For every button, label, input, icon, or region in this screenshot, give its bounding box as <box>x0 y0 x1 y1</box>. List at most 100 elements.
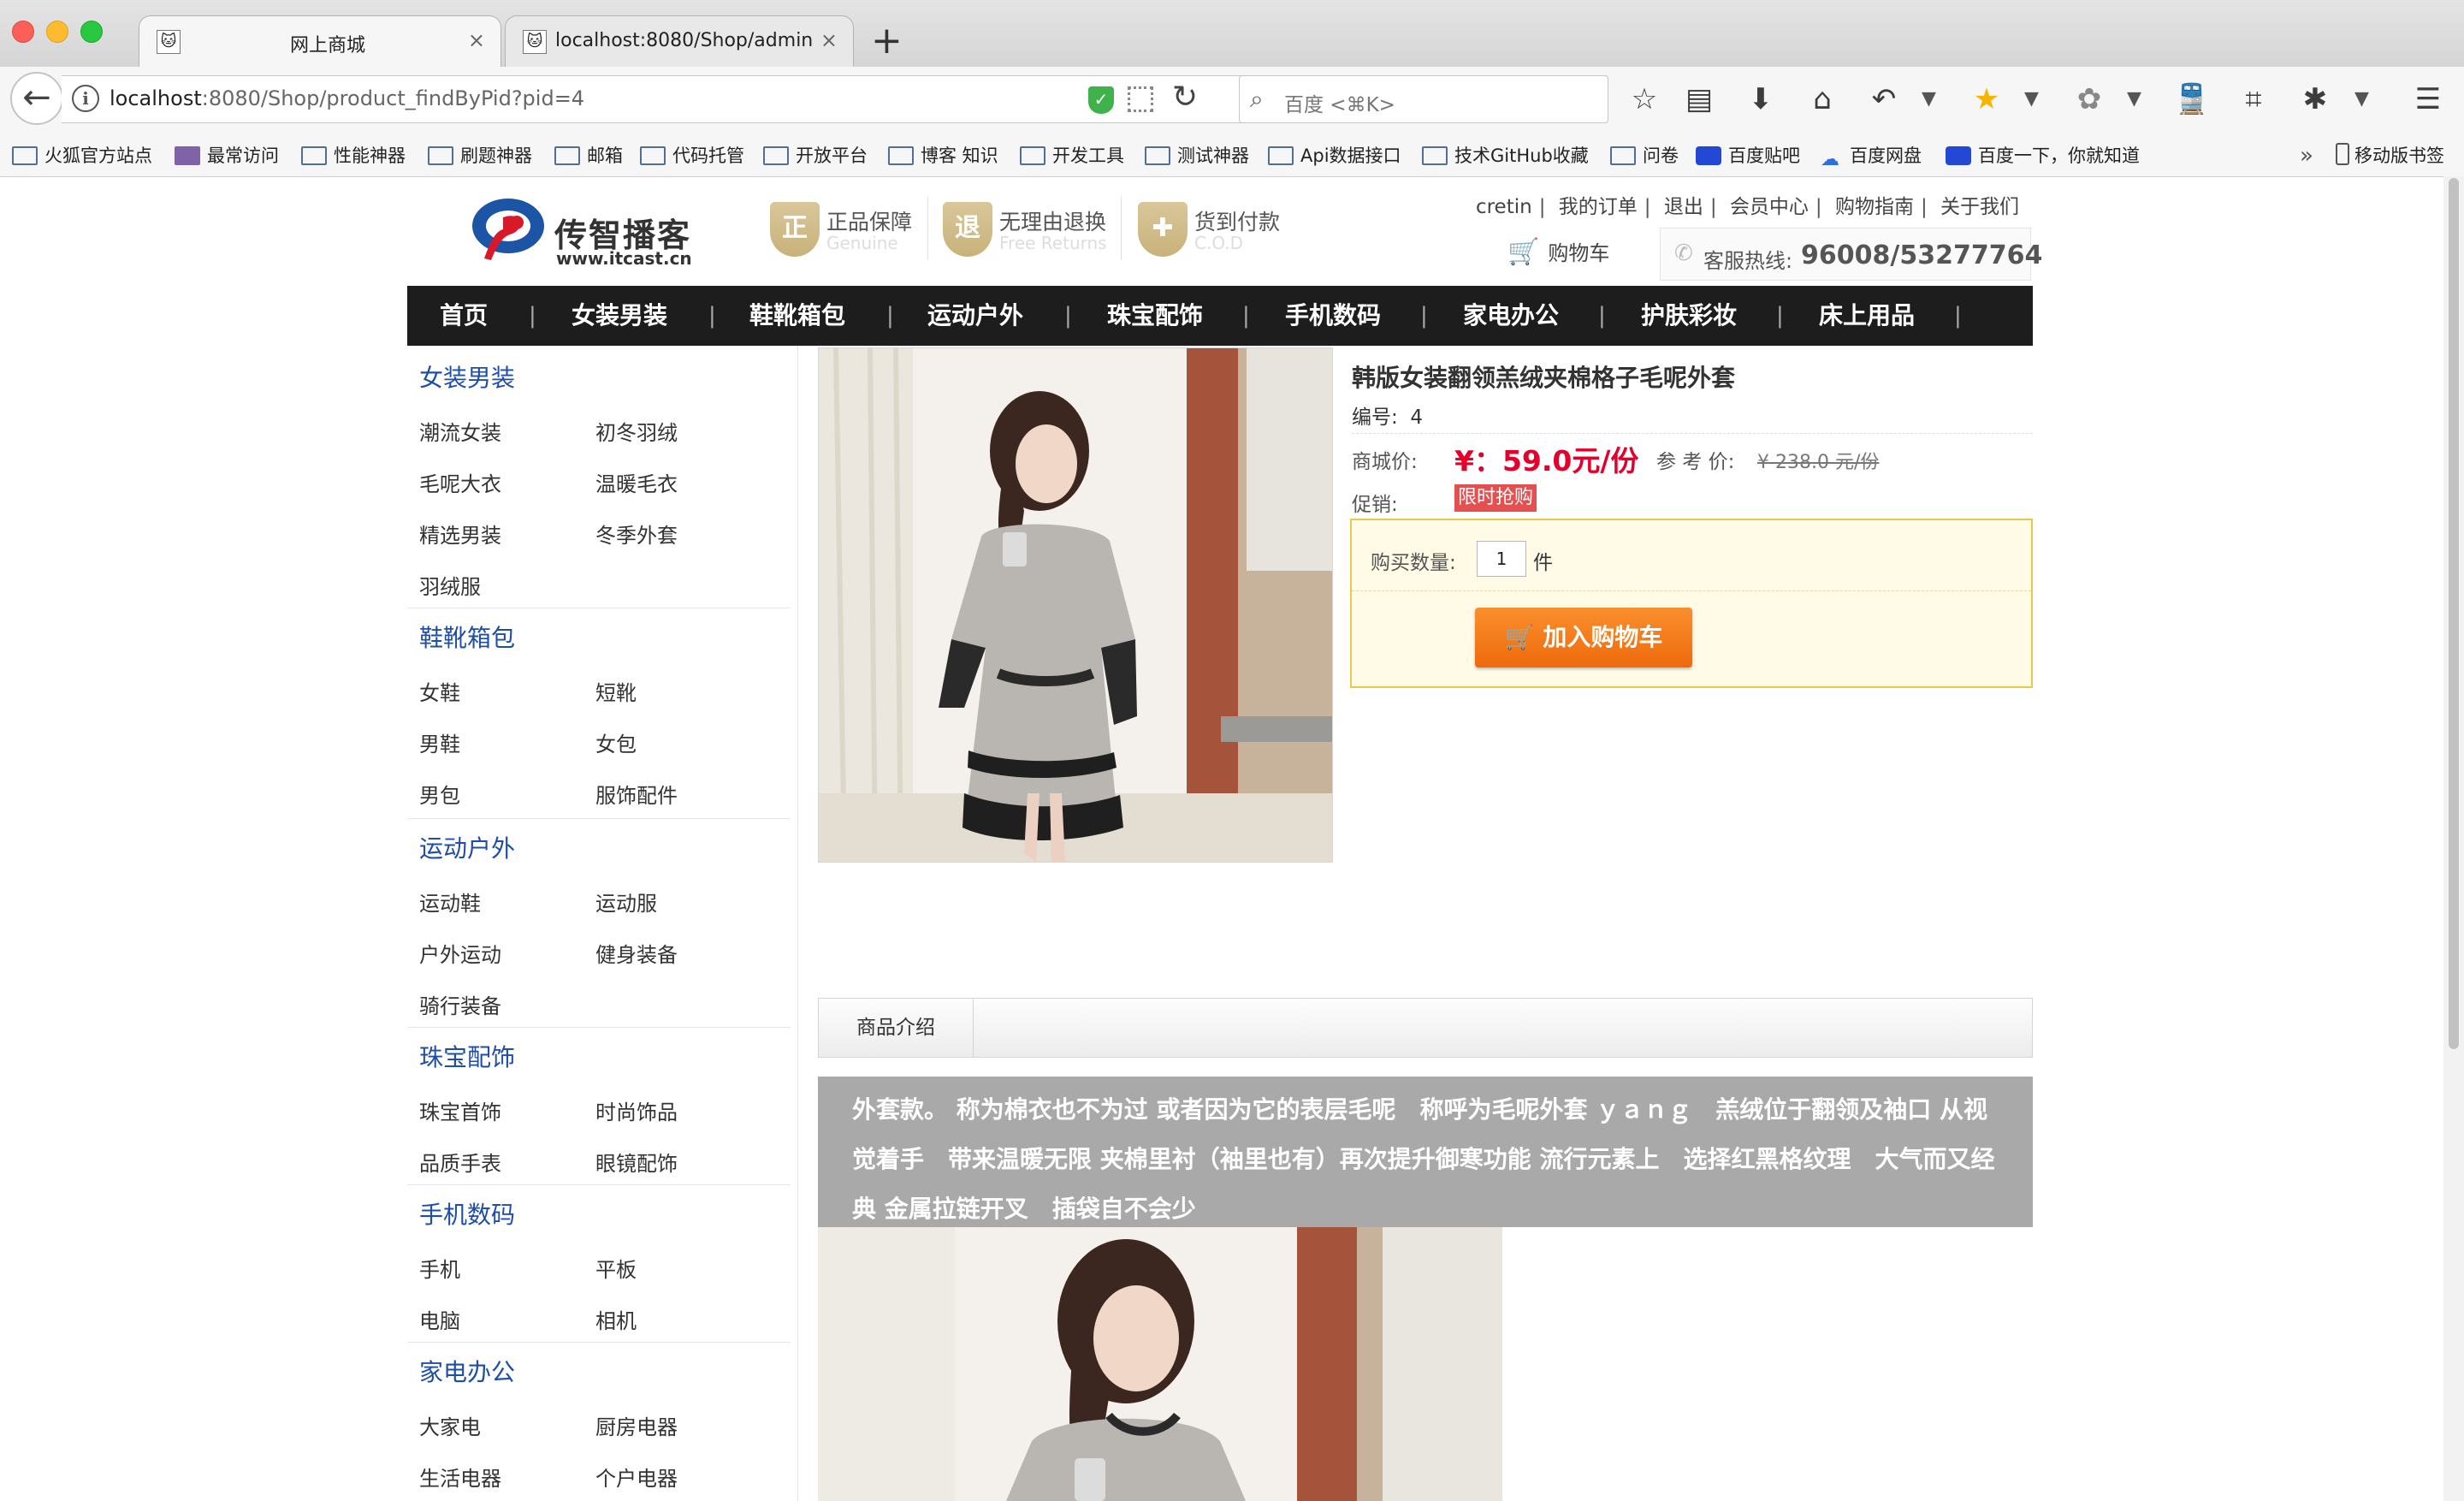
search-box[interactable]: ⌕ 百度 <⌘K> <box>1239 75 1608 123</box>
bookmark-item[interactable]: 刷题神器 <box>428 142 532 169</box>
download-icon[interactable]: ⬇ <box>1742 82 1780 116</box>
category-link[interactable]: 男鞋 <box>419 727 460 757</box>
my-orders-link[interactable]: 我的订单 <box>1559 196 1638 218</box>
security-shield-icon[interactable]: ✓ <box>1088 86 1114 114</box>
add-to-cart-button[interactable]: 🛒 加入购物车 <box>1475 608 1692 667</box>
category-title[interactable]: 女装男装 <box>419 359 515 394</box>
category-link[interactable]: 精选男装 <box>419 519 501 549</box>
category-link[interactable]: 运动服 <box>595 887 657 917</box>
bookmark-item[interactable]: 开放平台 <box>763 142 868 169</box>
extension-star-icon[interactable]: ★ <box>1968 82 2005 116</box>
category-link[interactable]: 短靴 <box>595 676 637 706</box>
page-scrollbar[interactable] <box>2443 176 2464 1501</box>
bookmark-item[interactable]: Api数据接口 <box>1268 142 1401 169</box>
qr-code-icon[interactable] <box>1128 86 1153 112</box>
category-link[interactable]: 冬季外套 <box>595 519 678 549</box>
category-title[interactable]: 手机数码 <box>419 1196 515 1231</box>
category-link[interactable]: 厨房电器 <box>595 1410 678 1440</box>
category-link[interactable]: 毛呢大衣 <box>419 467 501 497</box>
shopping-guide-link[interactable]: 购物指南 <box>1835 196 1914 218</box>
bookmark-item[interactable]: 技术GitHub收藏 <box>1422 142 1589 169</box>
category-link[interactable]: 服饰配件 <box>595 779 678 809</box>
extension-icon[interactable]: ✿ <box>2070 82 2108 116</box>
reading-list-icon[interactable]: ▤ <box>1680 82 1718 116</box>
category-link[interactable]: 时尚饰品 <box>595 1095 678 1125</box>
bookmark-item[interactable]: 最常访问 <box>175 142 279 169</box>
tab-shop[interactable]: 🐱 网上商城 × <box>139 15 501 67</box>
category-link[interactable]: 潮流女装 <box>419 416 501 446</box>
itcast-logo-icon[interactable] <box>465 192 548 270</box>
scrollbar-thumb[interactable] <box>2449 178 2459 1049</box>
maximize-window-button[interactable] <box>80 21 103 43</box>
category-title[interactable]: 运动户外 <box>419 830 515 864</box>
category-title[interactable]: 家电办公 <box>419 1354 515 1388</box>
train-icon[interactable]: 🚆 <box>2173 82 2211 116</box>
nav-item-sports[interactable]: 运动户外 <box>927 286 1023 346</box>
nav-item-jewelry[interactable]: 珠宝配饰 <box>1107 286 1203 346</box>
chevron-down-icon[interactable]: ▼ <box>2354 82 2369 116</box>
category-link[interactable]: 户外运动 <box>419 938 501 968</box>
category-link[interactable]: 个户电器 <box>595 1462 678 1492</box>
category-link[interactable]: 电脑 <box>419 1304 460 1334</box>
mobile-bookmarks[interactable]: 移动版书签 <box>2336 142 2444 169</box>
product-main-image[interactable] <box>818 347 1333 863</box>
member-center-link[interactable]: 会员中心 <box>1730 196 1809 218</box>
category-title[interactable]: 珠宝配饰 <box>419 1039 515 1073</box>
new-tab-button[interactable]: + <box>871 19 903 63</box>
bookmark-item[interactable]: 问卷 <box>1610 142 1679 169</box>
cart-link[interactable]: 🛒 购物车 <box>1507 236 1609 267</box>
category-link[interactable]: 骑行装备 <box>419 989 501 1019</box>
chevron-down-icon[interactable]: ▼ <box>2127 82 2141 116</box>
bookmark-item[interactable]: 性能神器 <box>301 142 406 169</box>
quantity-input[interactable]: 1 <box>1477 541 1526 577</box>
home-icon[interactable]: ⌂ <box>1804 82 1841 116</box>
bookmark-item[interactable]: 代码托管 <box>640 142 744 169</box>
nav-item-shoes-bags[interactable]: 鞋靴箱包 <box>749 286 845 346</box>
category-link[interactable]: 相机 <box>595 1304 637 1334</box>
category-link[interactable]: 初冬羽绒 <box>595 416 678 446</box>
category-link[interactable]: 平板 <box>595 1253 637 1283</box>
tab-admin[interactable]: 🐱 localhost:8080/Shop/admin/ × <box>505 15 854 67</box>
logout-link[interactable]: 退出 <box>1664 196 1703 218</box>
nav-item-home[interactable]: 首页 <box>440 286 488 346</box>
crop-icon[interactable]: ⌗ <box>2235 82 2272 116</box>
bookmark-item[interactable]: 邮箱 <box>554 142 623 169</box>
category-link[interactable]: 手机 <box>419 1253 460 1283</box>
category-link[interactable]: 大家电 <box>419 1410 481 1440</box>
category-link[interactable]: 女包 <box>595 727 637 757</box>
nav-item-digital[interactable]: 手机数码 <box>1285 286 1381 346</box>
chevron-down-icon[interactable]: ▼ <box>1922 82 1936 116</box>
category-link[interactable]: 生活电器 <box>419 1462 501 1492</box>
bookmark-item[interactable]: 测试神器 <box>1145 142 1249 169</box>
menu-hamburger-icon[interactable]: ☰ <box>2409 82 2447 116</box>
chevron-down-icon[interactable]: ▼ <box>2024 82 2039 116</box>
bug-icon[interactable]: ✱ <box>2296 82 2334 116</box>
site-info-icon[interactable]: i <box>72 85 99 112</box>
bookmark-item[interactable]: 百度贴吧 <box>1696 142 1800 169</box>
minimize-window-button[interactable] <box>46 21 68 43</box>
reload-icon[interactable]: ↻ <box>1172 80 1198 115</box>
category-link[interactable]: 女鞋 <box>419 676 460 706</box>
back-button[interactable]: ← <box>10 72 63 125</box>
bookmark-item[interactable]: 开发工具 <box>1020 142 1124 169</box>
bookmark-star-icon[interactable]: ☆ <box>1626 82 1663 116</box>
category-link[interactable]: 珠宝首饰 <box>419 1095 501 1125</box>
bookmark-item[interactable]: ☁ 百度网盘 <box>1821 142 1922 170</box>
bookmarks-overflow-icon[interactable]: » <box>2300 142 2313 169</box>
username-link[interactable]: cretin <box>1476 196 1532 218</box>
bookmark-item[interactable]: 百度一下，你就知道 <box>1946 142 2140 169</box>
category-link[interactable]: 健身装备 <box>595 938 678 968</box>
bookmark-item[interactable]: 火狐官方站点 <box>12 142 152 169</box>
about-us-link[interactable]: 关于我们 <box>1940 196 2019 218</box>
tab-close-icon[interactable]: × <box>820 28 838 52</box>
nav-item-appliances[interactable]: 家电办公 <box>1463 286 1559 346</box>
undo-icon[interactable]: ↶ <box>1865 82 1903 116</box>
nav-item-bedding[interactable]: 床上用品 <box>1819 286 1915 346</box>
close-window-button[interactable] <box>12 21 34 43</box>
search-input[interactable]: 百度 <⌘K> <box>1284 88 1395 117</box>
category-link[interactable]: 运动鞋 <box>419 887 481 917</box>
category-link[interactable]: 男包 <box>419 779 460 809</box>
tab-product-intro[interactable]: 商品介绍 <box>819 999 974 1057</box>
category-title[interactable]: 鞋靴箱包 <box>419 620 515 654</box>
category-link[interactable]: 眼镜配饰 <box>595 1147 678 1177</box>
